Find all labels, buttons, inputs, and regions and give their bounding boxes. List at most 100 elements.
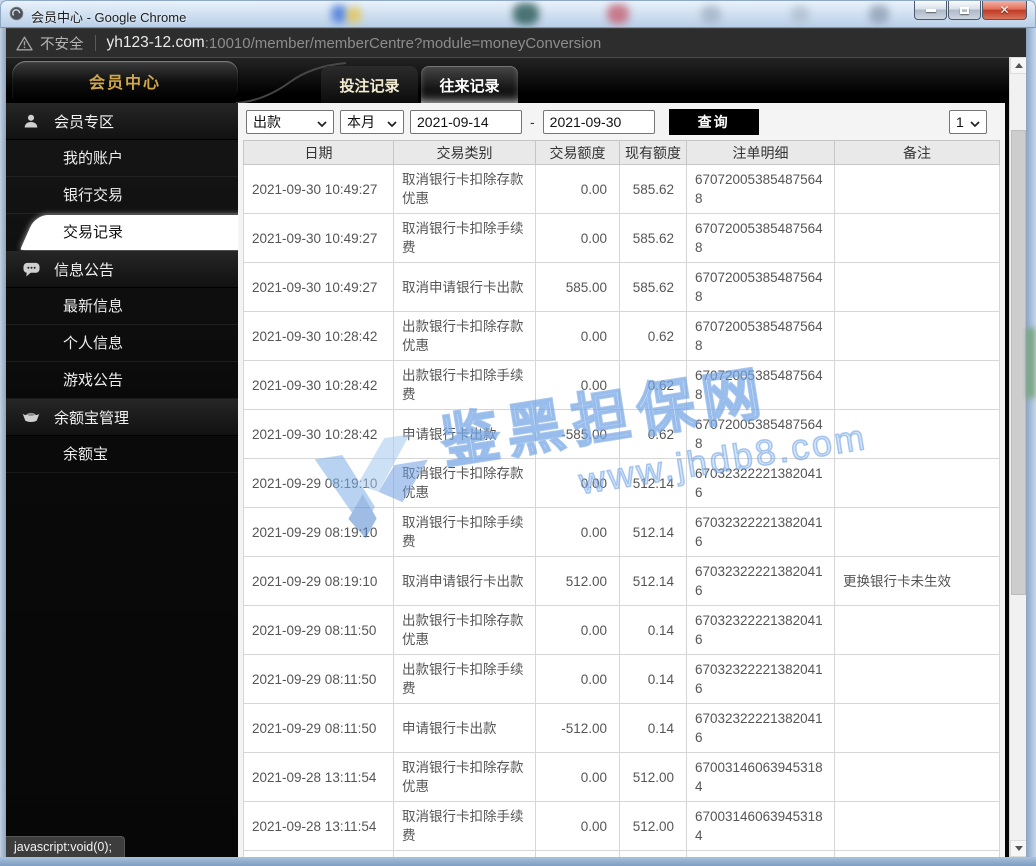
cell-remark: 更换银行卡未生效 — [834, 556, 1000, 606]
vertical-scrollbar[interactable] — [1009, 57, 1027, 857]
minimize-button[interactable] — [914, 1, 947, 20]
cell-balance: 0.62 — [619, 409, 687, 459]
cell-balance: 0.62 — [619, 360, 687, 410]
column-header: 交易类别 — [393, 140, 536, 165]
cell-date: 2021-09-29 08:11:50 — [243, 605, 394, 655]
sidebar-section-label: 信息公告 — [54, 261, 115, 279]
cell-date: 2021-09-30 10:28:42 — [243, 409, 394, 459]
close-button[interactable]: ✕ — [982, 1, 1027, 20]
scroll-up-button[interactable] — [1010, 57, 1027, 74]
table-row: 2021-09-29 08:11:50 申请银行卡出款 -512.00 0.14 670… — [243, 703, 1000, 753]
table-row: 2021-09-29 08:19:10 取消银行卡扣除手续费 0.00 512.14 6… — [243, 507, 1000, 557]
cell-type: 取消银行卡扣除存款优惠 — [393, 164, 536, 214]
sidebar-item-yuebao[interactable]: 余额宝 — [6, 436, 238, 473]
cell-remark — [834, 801, 1000, 851]
cell-date: 2021-09-30 10:49:27 — [243, 213, 394, 263]
cell-type: 出款银行卡扣除存款优惠 — [393, 605, 536, 655]
sidebar-item-my-account[interactable]: 我的账户 — [6, 140, 238, 177]
cell-balance: 585.62 — [619, 164, 687, 214]
cell-remark — [834, 360, 1000, 410]
page-select[interactable]: 1 — [949, 109, 987, 134]
top-band: 会员中心 投注记录 往来记录 — [6, 57, 1009, 104]
minimize-icon — [925, 8, 936, 12]
cell-type: 出款银行卡扣除存款优惠 — [393, 311, 536, 361]
cell-order-no: 670720053854875648 — [686, 409, 835, 459]
desktop-blur — [1027, 328, 1035, 398]
cell-amount: 0.00 — [535, 458, 620, 508]
sidebar-section-info-bulletin[interactable]: 信息公告 — [6, 251, 238, 288]
table-row: 2021-09-29 08:19:10 取消银行卡扣除存款优惠 0.00 512.14… — [243, 458, 1000, 508]
cell-balance: 512.14 — [619, 458, 687, 508]
cell-remark — [834, 654, 1000, 704]
sidebar-item-bank-transactions[interactable]: 银行交易 — [6, 177, 238, 214]
column-header: 备注 — [834, 140, 1000, 165]
sidebar-item-label: 我的账户 — [63, 150, 124, 167]
sidebar-item-personal-info[interactable]: 个人信息 — [6, 325, 238, 362]
transactions-table-wrap: 日期 交易类别 交易额度 现有额度 注单明细 备注 2021-09-30 10:49:27… — [243, 140, 1000, 857]
maximize-button[interactable] — [948, 1, 981, 20]
record-tabs: 投注记录 往来记录 — [321, 58, 521, 104]
scrollbar-thumb[interactable] — [1011, 130, 1026, 595]
cell-amount: 0.00 — [535, 507, 620, 557]
sidebar-item-label: 交易记录 — [63, 224, 124, 241]
search-button[interactable]: 查询 — [668, 108, 759, 135]
cell-date: 2021-09-30 10:28:42 — [243, 360, 394, 410]
table-row: 2021-09-30 10:49:27 取消银行卡扣除存款优惠 0.00 585.62… — [243, 164, 1000, 214]
table-row: 2021-09-29 08:19:10 取消申请银行卡出款 512.00 512.14… — [243, 556, 1000, 606]
cell-amount: 0.00 — [535, 654, 620, 704]
cell-amount: 0.00 — [535, 311, 620, 361]
date-from-input[interactable] — [410, 109, 522, 134]
cell-amount: 512.00 — [535, 556, 620, 606]
table-row: 2021-09-30 10:49:27 取消申请银行卡出款 585.00 585.62… — [243, 262, 1000, 312]
tab-transaction-records[interactable]: 往来记录 — [421, 66, 518, 104]
cell-order-no: 670323222213820416 — [686, 556, 835, 606]
cell-remark — [834, 262, 1000, 312]
cell-amount: 0.00 — [535, 801, 620, 851]
url-path[interactable]: :10010/member/memberCentre?module=moneyC… — [205, 35, 601, 52]
tab-bet-records[interactable]: 投注记录 — [321, 66, 418, 104]
scroll-down-button[interactable] — [1010, 840, 1027, 857]
window-border-left — [0, 28, 6, 866]
table-header-row: 日期 交易类别 交易额度 现有额度 注单明细 备注 — [243, 140, 1000, 165]
cell-order-no: 670323222213820416 — [686, 703, 835, 753]
cell-remark — [834, 409, 1000, 459]
cell-balance: 512.00 — [619, 752, 687, 802]
cell-order-no: 670323222213820416 — [686, 458, 835, 508]
sidebar-item-transaction-records[interactable]: 交易记录 — [6, 214, 284, 251]
triangle-down-icon — [1014, 846, 1023, 851]
table-row: 2021-09-29 08:11:50 出款银行卡扣除手续费 0.00 0.14 670… — [243, 654, 1000, 704]
sidebar-item-game-announcements[interactable]: 游戏公告 — [6, 362, 238, 399]
cell-date: 2021-09-28 13:11:54 — [243, 752, 394, 802]
desktop-icon-blur — [791, 6, 809, 24]
cell-order-no: 670720053854875648 — [686, 262, 835, 312]
transaction-type-select[interactable]: 出款 — [246, 109, 334, 134]
window-titlebar[interactable]: 会员中心 - Google Chrome ✕ — [0, 0, 1036, 28]
sidebar-item-latest-news[interactable]: 最新信息 — [6, 288, 238, 325]
triangle-up-icon — [1014, 63, 1023, 68]
sidebar-title: 会员中心 — [88, 74, 161, 92]
cell-date: 2021-09-29 08:11:50 — [243, 654, 394, 704]
cell-order-no: 670031460639453184 — [686, 801, 835, 851]
sidebar-nav: 会员专区我的账户银行交易交易记录信息公告最新信息 个人信息 游戏公告 余额宝管理 余额宝 — [6, 103, 284, 857]
desktop-icon-blur — [347, 7, 361, 23]
address-bar[interactable]: 不安全 yh123-12.com:10010/member/memberCent… — [6, 28, 1026, 57]
cell-date: 2021-09-29 08:19:10 — [243, 556, 394, 606]
sidebar-section-member-zone[interactable]: 会员专区 — [6, 103, 238, 140]
cell-type: 申请银行卡出款 — [393, 703, 536, 753]
cell-type: 申请银行卡出款 — [393, 409, 536, 459]
date-to-input[interactable] — [542, 109, 655, 134]
period-select[interactable]: 本月 — [340, 109, 404, 134]
sidebar-section-yuebao-management[interactable]: 余额宝管理 — [6, 399, 238, 436]
table-row: 2021-09-28 13:11:54 取消银行卡扣除存款优惠 0.00 512.00… — [243, 752, 1000, 802]
user-icon — [21, 111, 41, 131]
url-host[interactable]: yh123-12.com — [107, 34, 205, 52]
status-text: javascript:void(0); — [14, 840, 112, 854]
cell-balance: 0.14 — [619, 605, 687, 655]
cell-remark — [834, 458, 1000, 508]
table-body: 2021-09-30 10:49:27 取消银行卡扣除存款优惠 0.00 585.62… — [243, 164, 1000, 857]
desktop-icon-blur — [331, 5, 347, 23]
cell-balance: 585.62 — [619, 262, 687, 312]
table-row: 2021-09-30 10:28:42 出款银行卡扣除手续费 0.00 0.62 670… — [243, 360, 1000, 410]
cell-type: 出款银行卡扣除手续费 — [393, 360, 536, 410]
ingot-icon — [21, 407, 41, 427]
